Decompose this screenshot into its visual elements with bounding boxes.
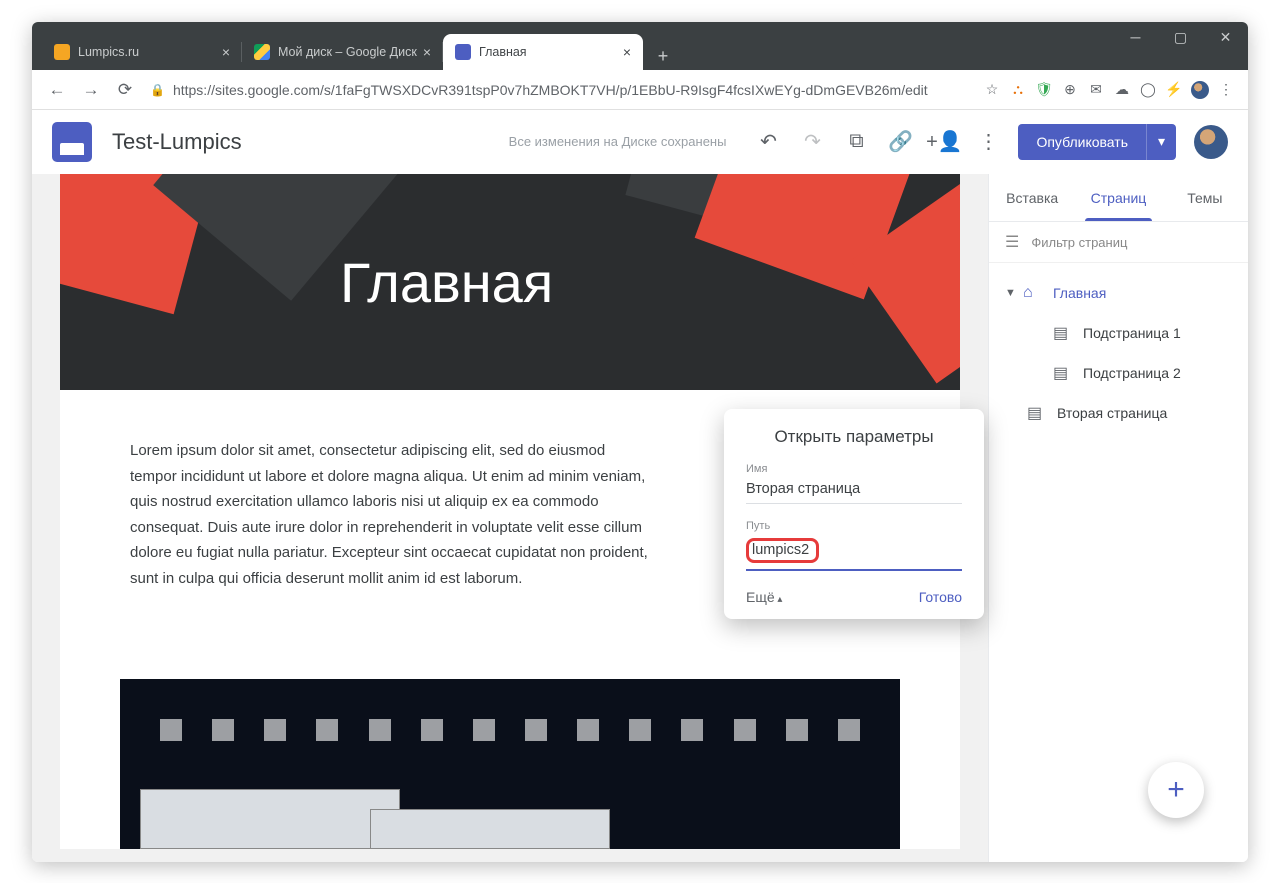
site-name[interactable]: Test-Lumpics xyxy=(112,129,242,155)
url-text: https://sites.google.com/s/1faFgTWSXDCvR… xyxy=(173,82,928,98)
forward-button[interactable]: → xyxy=(74,73,108,107)
extensions: ☆ ⛬ 🛡 ⊕ ✉ ☁ ◯ ⚡ ⋮ xyxy=(982,80,1240,100)
tree-home[interactable]: ▼ ⌂ Главная xyxy=(995,273,1242,313)
tree-sub1[interactable]: ▤ Подстраница 1 xyxy=(995,313,1242,353)
share-button[interactable]: +👤 xyxy=(922,120,966,164)
more-button[interactable]: ⋮ xyxy=(966,120,1010,164)
filter-icon: ☰ xyxy=(1005,232,1019,252)
page-icon: ▤ xyxy=(1053,363,1073,383)
page-icon: ▤ xyxy=(1053,323,1073,343)
ext-icon-3[interactable]: ⊕ xyxy=(1060,80,1080,100)
close-icon[interactable]: × xyxy=(222,44,230,60)
new-tab-button[interactable]: + xyxy=(649,42,677,70)
filter-row[interactable]: ☰ Фильтр страниц xyxy=(989,222,1248,263)
tab-themes[interactable]: Темы xyxy=(1162,174,1248,221)
favicon xyxy=(455,44,471,60)
titlebar: Lumpics.ru × Мой диск – Google Диск × Гл… xyxy=(32,22,1248,70)
name-field[interactable]: Вторая страница xyxy=(746,477,962,504)
desktop-image[interactable] xyxy=(120,679,900,849)
tab-insert[interactable]: Вставка xyxy=(989,174,1075,221)
filter-placeholder: Фильтр страниц xyxy=(1031,235,1127,250)
path-label: Путь xyxy=(746,520,962,532)
tab-strip: Lumpics.ru × Мой диск – Google Диск × Гл… xyxy=(32,22,1113,70)
preview-button[interactable]: ⧉ xyxy=(834,120,878,164)
name-label: Имя xyxy=(746,463,962,475)
add-page-fab[interactable]: + xyxy=(1148,762,1204,818)
sites-logo[interactable] xyxy=(52,122,92,162)
ext-icon-4[interactable]: ✉ xyxy=(1086,80,1106,100)
hero-title[interactable]: Главная xyxy=(340,250,553,315)
reload-button[interactable]: ⟳ xyxy=(108,73,142,107)
content-area: Главная Lorem ipsum dolor sit amet, cons… xyxy=(32,174,1248,862)
profile-icon[interactable] xyxy=(1190,80,1210,100)
publish-dropdown[interactable]: ▾ xyxy=(1146,124,1176,160)
address-bar: ← → ⟳ 🔒 https://sites.google.com/s/1faFg… xyxy=(32,70,1248,110)
undo-button[interactable]: ↶ xyxy=(746,120,790,164)
favicon xyxy=(254,44,270,60)
window-controls: ─ ▢ ✕ xyxy=(1113,22,1248,70)
publish-group: Опубликовать ▾ xyxy=(1018,124,1176,160)
tab-pages[interactable]: Страниц xyxy=(1075,174,1161,221)
close-button[interactable]: ✕ xyxy=(1203,22,1248,52)
tree-label: Главная xyxy=(1053,285,1106,301)
redo-button[interactable]: ↷ xyxy=(790,120,834,164)
url-field[interactable]: 🔒 https://sites.google.com/s/1faFgTWSXDC… xyxy=(150,82,974,98)
minimize-button[interactable]: ─ xyxy=(1113,22,1158,52)
lock-icon: 🔒 xyxy=(150,83,165,97)
done-button[interactable]: Готово xyxy=(919,589,962,605)
tree-second[interactable]: ▤ Вторая страница xyxy=(995,393,1242,433)
ext-icon-5[interactable]: ☁ xyxy=(1112,80,1132,100)
tab-title: Lumpics.ru xyxy=(78,45,216,59)
account-avatar[interactable] xyxy=(1194,125,1228,159)
popup-title: Открыть параметры xyxy=(746,427,962,447)
popup-actions: Ещё Готово xyxy=(746,589,962,605)
ext-icon-2[interactable]: 🛡 xyxy=(1034,80,1054,100)
home-icon: ⌂ xyxy=(1023,284,1043,302)
page-tree: ▼ ⌂ Главная ▤ Подстраница 1 ▤ Подстраниц… xyxy=(989,263,1248,443)
save-status: Все изменения на Диске сохранены xyxy=(509,134,727,149)
page-icon: ▤ xyxy=(1027,403,1047,423)
side-panel: Вставка Страниц Темы ☰ Фильтр страниц ▼ … xyxy=(988,174,1248,862)
tab-sites-active[interactable]: Главная × xyxy=(443,34,643,70)
tab-title: Главная xyxy=(479,45,617,59)
tree-sub2[interactable]: ▤ Подстраница 2 xyxy=(995,353,1242,393)
tab-drive[interactable]: Мой диск – Google Диск × xyxy=(242,34,443,70)
side-tabs: Вставка Страниц Темы xyxy=(989,174,1248,222)
path-value: lumpics2 xyxy=(746,538,819,563)
lorem-text: Lorem ipsum dolor sit amet, consectetur … xyxy=(130,438,650,591)
browser-window: Lumpics.ru × Мой диск – Google Диск × Гл… xyxy=(32,22,1248,862)
more-button[interactable]: Ещё xyxy=(746,589,782,605)
close-icon[interactable]: × xyxy=(423,44,431,60)
favicon xyxy=(54,44,70,60)
ext-icon-7[interactable]: ⚡ xyxy=(1164,80,1184,100)
maximize-button[interactable]: ▢ xyxy=(1158,22,1203,52)
link-button[interactable]: 🔗 xyxy=(878,120,922,164)
tree-label: Вторая страница xyxy=(1057,405,1167,421)
tree-label: Подстраница 2 xyxy=(1083,365,1181,381)
expand-icon[interactable]: ▼ xyxy=(1005,287,1023,299)
hero-section[interactable]: Главная xyxy=(60,174,960,390)
tab-lumpics[interactable]: Lumpics.ru × xyxy=(42,34,242,70)
page-properties-popup: Открыть параметры Имя Вторая страница Пу… xyxy=(724,409,984,619)
tab-title: Мой диск – Google Диск xyxy=(278,45,417,59)
menu-icon[interactable]: ⋮ xyxy=(1216,80,1236,100)
path-field[interactable]: lumpics2 xyxy=(746,534,962,571)
ext-icon-1[interactable]: ⛬ xyxy=(1008,80,1028,100)
close-icon[interactable]: × xyxy=(623,44,631,60)
publish-button[interactable]: Опубликовать xyxy=(1018,124,1146,160)
tree-label: Подстраница 1 xyxy=(1083,325,1181,341)
app-bar: Test-Lumpics Все изменения на Диске сохр… xyxy=(32,110,1248,174)
star-icon[interactable]: ☆ xyxy=(982,80,1002,100)
back-button[interactable]: ← xyxy=(40,73,74,107)
ext-icon-6[interactable]: ◯ xyxy=(1138,80,1158,100)
